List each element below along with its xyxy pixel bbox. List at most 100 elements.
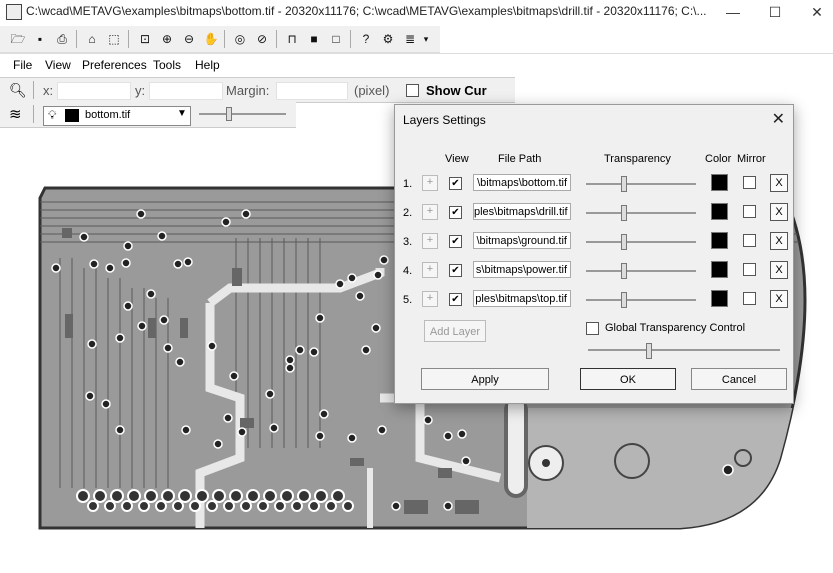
layer-file-path[interactable]: ples\bitmaps\top.tif — [473, 290, 571, 307]
layer-transparency-thumb[interactable] — [621, 263, 627, 279]
y-label: y: — [135, 83, 146, 98]
layer-transparency-slider[interactable] — [586, 183, 696, 185]
add-layer-button[interactable]: Add Layer — [424, 320, 486, 342]
layer-view-checkbox[interactable]: ✔ — [449, 177, 462, 190]
layers-icon[interactable]: ≋ — [9, 105, 22, 123]
layer-tools-icon[interactable]: ⊓ — [282, 29, 302, 49]
fill-icon[interactable]: ■ — [304, 29, 324, 49]
layer-file-path[interactable]: ples\bitmaps\drill.tif — [473, 203, 571, 220]
layer-color-swatch[interactable] — [711, 203, 728, 220]
menu-file[interactable]: File — [13, 58, 32, 72]
y-field[interactable] — [149, 82, 223, 100]
menu-tools[interactable]: Tools — [153, 58, 181, 72]
home-icon[interactable]: ⌂ — [82, 29, 102, 49]
layer-transparency-slider[interactable] — [199, 113, 286, 115]
layer-file-path[interactable]: \bitmaps\bottom.tif — [473, 174, 571, 191]
layer-mirror-checkbox[interactable] — [743, 263, 756, 276]
apply-button[interactable]: Apply — [421, 368, 549, 390]
menu-preferences[interactable]: Preferences — [82, 58, 147, 72]
toolbar-separator — [350, 30, 351, 48]
layer-mirror-checkbox[interactable] — [743, 234, 756, 247]
layer-transparency-slider[interactable] — [586, 270, 696, 272]
layer-expand-button[interactable]: + — [422, 233, 438, 249]
menu-help[interactable]: Help — [195, 58, 220, 72]
layer-transparency-thumb[interactable] — [621, 205, 627, 221]
cancel-button[interactable]: Cancel — [691, 368, 787, 390]
app-icon — [6, 4, 22, 20]
minimize-button[interactable]: — — [713, 2, 753, 22]
settings-icon[interactable]: ⚙ — [378, 29, 398, 49]
print-icon[interactable]: ⎙ — [52, 29, 72, 49]
toolbar-separator — [76, 30, 77, 48]
global-transparency-checkbox[interactable] — [586, 322, 599, 335]
main-toolbar: 🗁 ▪ ⎙ ⌂ ⬚ ⊡ ⊕ ⊖ ✋ ◎ ⊘ ⊓ ■ □ ? ⚙ ≣ ▾ — [0, 26, 440, 53]
pan-hand-icon[interactable]: ✋ — [201, 29, 221, 49]
layer-view-checkbox[interactable]: ✔ — [449, 293, 462, 306]
layer-expand-button[interactable]: + — [422, 291, 438, 307]
layer-expand-button[interactable]: + — [422, 204, 438, 220]
remove-layer-button[interactable]: X — [770, 174, 788, 192]
remove-layer-button[interactable]: X — [770, 203, 788, 221]
zoom-out-icon[interactable]: ⊖ — [179, 29, 199, 49]
ok-button[interactable]: OK — [580, 368, 676, 390]
open-icon[interactable]: 🗁 — [8, 29, 28, 49]
save-icon[interactable]: ▪ — [30, 29, 50, 49]
menu-bar: File View Preferences Tools Help — [0, 53, 833, 76]
layer-transparency-thumb[interactable] — [226, 107, 232, 121]
select-icon[interactable]: ⬚ — [104, 29, 124, 49]
header-mirror: Mirror — [737, 153, 766, 165]
layer-transparency-thumb[interactable] — [621, 176, 627, 192]
layer-color-swatch[interactable] — [711, 261, 728, 278]
layer-number: 2. — [403, 207, 413, 219]
layer-transparency-thumb[interactable] — [621, 292, 627, 308]
global-transparency-thumb[interactable] — [646, 343, 652, 359]
layer-mirror-checkbox[interactable] — [743, 292, 756, 305]
toolbar-separator — [224, 30, 225, 48]
chevron-down-icon: ▼ — [177, 108, 187, 119]
show-cursor-label: Show Cur — [426, 83, 487, 98]
zoom-window-icon[interactable]: ⊡ — [135, 29, 155, 49]
margin-label: Margin: — [226, 83, 270, 98]
list-icon[interactable]: ≣ — [400, 29, 420, 49]
toolbar-separator — [33, 81, 34, 99]
layer-color-swatch[interactable] — [711, 290, 728, 307]
layer-file-path[interactable]: \bitmaps\ground.tif — [473, 232, 571, 249]
layer-row: 4. + ✔ s\bitmaps\power.tif X — [395, 260, 793, 282]
layer-view-checkbox[interactable]: ✔ — [449, 206, 462, 219]
global-transparency-slider[interactable] — [588, 349, 780, 351]
layer-expand-button[interactable]: + — [422, 175, 438, 191]
layer-mirror-checkbox[interactable] — [743, 176, 756, 189]
maximize-button[interactable]: ☐ — [755, 2, 795, 22]
remove-layer-button[interactable]: X — [770, 290, 788, 308]
zoom-prev-icon[interactable]: ⊘ — [252, 29, 272, 49]
remove-layer-button[interactable]: X — [770, 232, 788, 250]
close-window-button[interactable]: ✕ — [797, 2, 833, 22]
layer-row: 2. + ✔ ples\bitmaps\drill.tif X — [395, 202, 793, 224]
help-icon[interactable]: ? — [356, 29, 376, 49]
layer-expand-button[interactable]: + — [422, 262, 438, 278]
layer-view-checkbox[interactable]: ✔ — [449, 235, 462, 248]
layer-select[interactable]: 💡︎ bottom.tif ▼ — [43, 106, 191, 126]
layer-bar: ≋ 💡︎ bottom.tif ▼ — [0, 102, 296, 128]
layer-color-swatch — [65, 109, 79, 122]
layer-color-swatch[interactable] — [711, 174, 728, 191]
search-icon[interactable]: 🔍︎ — [9, 82, 27, 99]
layer-transparency-slider[interactable] — [586, 299, 696, 301]
remove-layer-button[interactable]: X — [770, 261, 788, 279]
chevron-down-icon[interactable]: ▾ — [420, 29, 432, 49]
layer-mirror-checkbox[interactable] — [743, 205, 756, 218]
layer-color-swatch[interactable] — [711, 232, 728, 249]
show-cursor-checkbox[interactable] — [406, 84, 419, 97]
layer-view-checkbox[interactable]: ✔ — [449, 264, 462, 277]
layer-transparency-slider[interactable] — [586, 212, 696, 214]
zoom-fit-icon[interactable]: ◎ — [230, 29, 250, 49]
outline-icon[interactable]: □ — [326, 29, 346, 49]
layer-file-path[interactable]: s\bitmaps\power.tif — [473, 261, 571, 278]
layer-transparency-slider[interactable] — [586, 241, 696, 243]
layer-transparency-thumb[interactable] — [621, 234, 627, 250]
x-field[interactable] — [57, 82, 131, 100]
menu-view[interactable]: View — [45, 58, 71, 72]
dialog-close-icon[interactable]: ✕ — [772, 109, 785, 129]
zoom-in-icon[interactable]: ⊕ — [157, 29, 177, 49]
margin-field[interactable] — [276, 82, 348, 100]
